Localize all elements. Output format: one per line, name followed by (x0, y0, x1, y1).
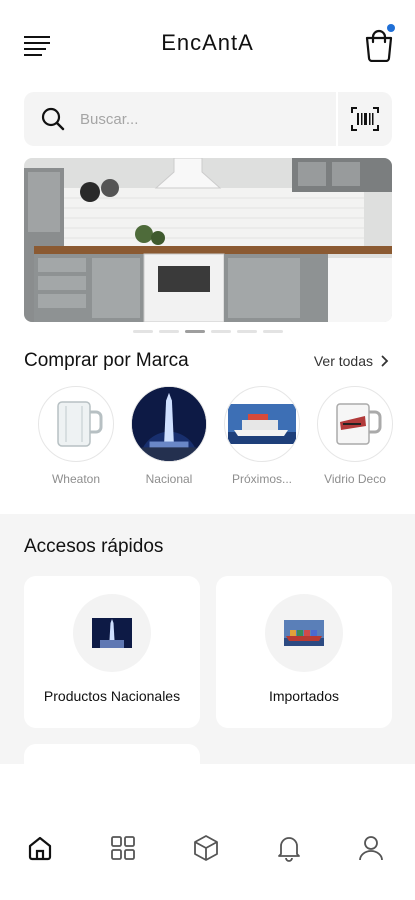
carousel-dot[interactable] (132, 330, 153, 333)
brand-item-proximos[interactable]: Próximos... (222, 386, 302, 486)
see-all-brands-link[interactable]: Ver todas (314, 353, 389, 369)
search-icon (41, 107, 65, 131)
search-bar (24, 92, 392, 146)
box-icon (194, 835, 218, 861)
nav-notifications[interactable] (271, 830, 307, 866)
cart-button[interactable] (363, 24, 395, 63)
brand-image (224, 386, 300, 462)
decorated-mug-image (336, 403, 382, 445)
quick-card-label: Productos Nacionales (43, 688, 181, 704)
cart-badge (387, 24, 395, 32)
brand-label: Wheaton (51, 472, 101, 486)
cruise-ship-image (228, 404, 296, 444)
barcode-scan-button[interactable] (336, 92, 392, 146)
promo-banner[interactable] (24, 158, 392, 322)
cargo-ship-image (284, 620, 324, 646)
brand-image (38, 386, 114, 462)
brand-label: Nacional (145, 472, 193, 486)
quick-access-title: Accesos rápidos (24, 536, 164, 557)
quick-access-section: Accesos rápidos Productos Nacionales Imp… (0, 514, 415, 784)
quick-card-image (73, 594, 151, 672)
app-title: EncAntA (161, 30, 254, 55)
home-icon (28, 836, 52, 861)
bell-icon (278, 837, 300, 862)
obelisk-night-image (92, 618, 132, 648)
kitchen-photo (24, 158, 392, 322)
search-input[interactable] (80, 110, 320, 128)
user-icon (359, 836, 383, 861)
quick-card-image (265, 594, 343, 672)
grid-icon (111, 836, 135, 860)
brand-item-wheaton[interactable]: Wheaton (36, 386, 116, 486)
brand-label: Vidrio Deco (324, 472, 386, 486)
carousel-dot[interactable] (262, 330, 283, 333)
nav-categories[interactable] (105, 830, 141, 866)
nav-profile[interactable] (353, 830, 389, 866)
quick-card-label: Importados (268, 688, 340, 704)
glass-mug-image (57, 401, 103, 447)
brand-item-nacional[interactable]: Nacional (129, 386, 209, 486)
brands-list: Wheaton Nacional Próximos... Vidrio Deco (36, 386, 415, 496)
bottom-nav (0, 764, 415, 900)
carousel-dot[interactable] (236, 330, 257, 333)
quick-card-productos-nacionales[interactable]: Productos Nacionales (24, 576, 200, 728)
see-all-label: Ver todas (313, 353, 373, 369)
shopping-bag-icon (365, 29, 393, 63)
carousel-indicators (0, 330, 415, 333)
brand-label: Próximos... (231, 472, 292, 486)
carousel-dot[interactable] (158, 330, 179, 333)
barcode-scan-icon (351, 107, 379, 131)
brands-section-title: Comprar por Marca (24, 350, 189, 371)
nav-products[interactable] (188, 830, 224, 866)
nav-home[interactable] (22, 830, 58, 866)
top-bar: EncAntA (0, 0, 415, 88)
carousel-dot[interactable] (210, 330, 231, 333)
obelisk-night-image (132, 387, 206, 461)
brand-image (317, 386, 393, 462)
brand-image (131, 386, 207, 462)
brand-item-vidrio-deco[interactable]: Vidrio Deco (315, 386, 395, 486)
carousel-dot-active[interactable] (184, 330, 205, 333)
chevron-right-icon (381, 355, 389, 367)
quick-card-importados[interactable]: Importados (216, 576, 392, 728)
